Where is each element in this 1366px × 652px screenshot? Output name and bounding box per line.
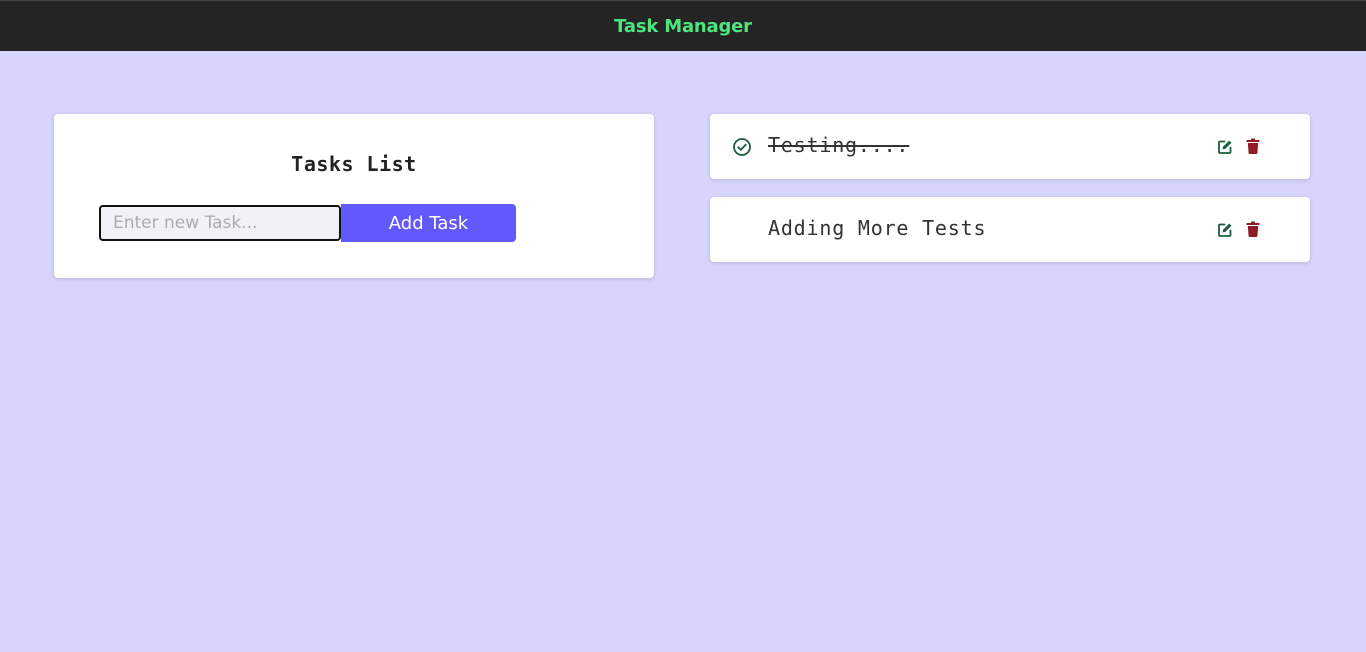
check-circle-icon[interactable] [732, 137, 752, 157]
edit-icon[interactable] [1217, 222, 1233, 238]
app-title: Task Manager [614, 15, 752, 37]
trash-icon[interactable] [1246, 221, 1260, 237]
main-content: Tasks List Add Task Testing.... Addi [0, 51, 1366, 652]
task-text: Testing.... [768, 133, 910, 157]
top-navbar: Task Manager [0, 0, 1366, 51]
task-form-card: Tasks List Add Task [54, 114, 654, 278]
task-item: Adding More Tests [710, 197, 1310, 262]
task-item: Testing.... [710, 114, 1310, 179]
trash-icon[interactable] [1246, 138, 1260, 154]
task-list: Testing.... Adding More Tests [710, 114, 1310, 280]
tasks-list-heading: Tasks List [291, 152, 417, 176]
add-task-button[interactable]: Add Task [341, 204, 516, 242]
edit-icon[interactable] [1217, 139, 1233, 155]
task-text: Adding More Tests [768, 216, 987, 240]
new-task-input[interactable] [99, 205, 341, 241]
add-task-form: Add Task [99, 204, 516, 242]
